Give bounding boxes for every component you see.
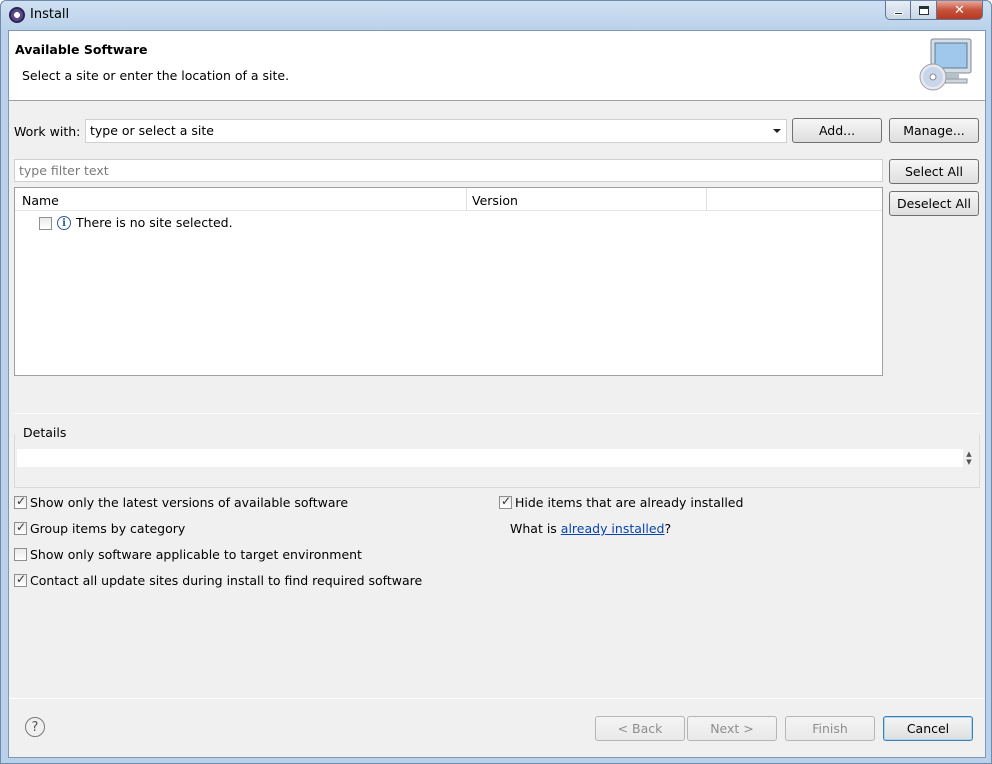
window-title: Install bbox=[30, 7, 70, 22]
filter-input[interactable]: type filter text bbox=[14, 159, 883, 182]
help-icon[interactable]: ? bbox=[25, 717, 45, 737]
info-icon: i bbox=[57, 216, 71, 230]
window-controls: ✕ bbox=[885, 1, 983, 20]
maximize-button[interactable] bbox=[911, 1, 937, 20]
option-checkbox[interactable] bbox=[14, 548, 27, 561]
details-scroll-arrows-icon[interactable]: ▲ ▼ bbox=[964, 450, 974, 468]
details-text[interactable] bbox=[17, 449, 963, 467]
header-banner: Available Software Select a site or ente… bbox=[9, 31, 985, 101]
column-divider[interactable] bbox=[466, 188, 467, 211]
deselect-all-button[interactable]: Deselect All bbox=[889, 191, 979, 216]
filter-placeholder: type filter text bbox=[19, 163, 109, 178]
next-button[interactable]: Next > bbox=[687, 716, 777, 741]
what-is-prefix: What is bbox=[510, 521, 561, 536]
finish-button[interactable]: Finish bbox=[785, 716, 875, 741]
table-header: Name Version bbox=[15, 188, 882, 211]
option-label: Hide items that are already installed bbox=[515, 495, 744, 510]
column-header-version[interactable]: Version bbox=[472, 193, 518, 208]
column-header-name[interactable]: Name bbox=[22, 193, 59, 208]
work-with-label: Work with: bbox=[14, 124, 81, 139]
minimize-icon bbox=[893, 11, 903, 15]
work-with-value: type or select a site bbox=[90, 123, 214, 138]
column-divider[interactable] bbox=[706, 188, 707, 211]
option-label: Show only the latest versions of availab… bbox=[30, 495, 349, 510]
eclipse-icon bbox=[9, 7, 25, 23]
option-checkbox[interactable] bbox=[14, 494, 27, 509]
add-button[interactable]: Add... bbox=[792, 118, 882, 143]
row-name: There is no site selected. bbox=[76, 215, 233, 230]
option-label: Contact all update sites during install … bbox=[30, 573, 423, 588]
page-subtitle: Select a site or enter the location of a… bbox=[22, 68, 290, 83]
dialog-body: Available Software Select a site or ente… bbox=[8, 30, 986, 758]
table-row[interactable]: i There is no site selected. bbox=[15, 212, 882, 232]
option-checkbox[interactable] bbox=[14, 520, 27, 535]
select-all-button[interactable]: Select All bbox=[889, 159, 979, 184]
already-installed-link[interactable]: already installed bbox=[561, 521, 665, 536]
what-is-installed-text: What is already installed? bbox=[510, 521, 671, 536]
software-table[interactable]: Name Version i There is no site selected… bbox=[14, 187, 883, 376]
work-with-combo[interactable]: type or select a site bbox=[85, 119, 787, 143]
close-button[interactable]: ✕ bbox=[937, 1, 983, 20]
dropdown-arrow-icon[interactable] bbox=[773, 129, 781, 133]
what-is-suffix: ? bbox=[664, 521, 672, 536]
divider bbox=[14, 413, 980, 414]
option-checkbox[interactable] bbox=[14, 572, 27, 587]
close-icon: ✕ bbox=[954, 2, 965, 18]
option-label: Show only software applicable to target … bbox=[30, 547, 362, 562]
back-button[interactable]: < Back bbox=[595, 716, 685, 741]
manage-button[interactable]: Manage... bbox=[889, 118, 979, 143]
details-label: Details bbox=[23, 425, 67, 440]
cancel-button[interactable]: Cancel bbox=[883, 716, 973, 741]
option-checkbox[interactable] bbox=[499, 494, 512, 509]
footer-divider bbox=[9, 698, 985, 699]
install-dialog: Install ✕ Available Software Select a si… bbox=[0, 0, 992, 764]
page-title: Available Software bbox=[15, 42, 148, 57]
option-label: Group items by category bbox=[30, 521, 186, 536]
install-software-icon bbox=[919, 38, 972, 91]
title-bar[interactable]: Install ✕ bbox=[1, 1, 991, 29]
maximize-icon bbox=[918, 5, 929, 15]
row-checkbox[interactable] bbox=[39, 217, 52, 230]
minimize-button[interactable] bbox=[885, 1, 911, 20]
